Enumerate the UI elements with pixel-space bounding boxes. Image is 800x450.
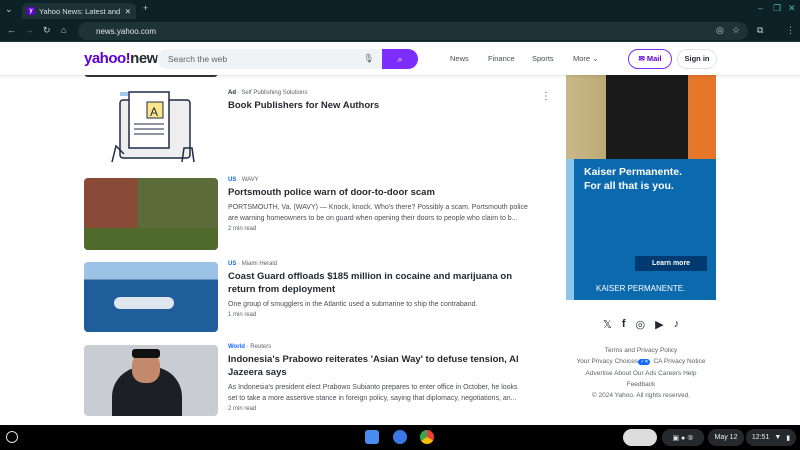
chrome-app-icon[interactable] [420, 430, 434, 444]
nav-finance[interactable]: Finance [488, 54, 515, 63]
minimize-icon[interactable]: – [758, 3, 763, 13]
yahoo-favicon: y [27, 7, 35, 15]
system-tray[interactable]: 12:51 ▼ ▮ [746, 429, 796, 446]
eye-off-icon[interactable]: ◎ [716, 25, 724, 36]
privacy-toggle-icon: ✓✕ [638, 359, 651, 365]
restore-icon[interactable]: ❐ [773, 3, 781, 14]
tray-avatar-icons[interactable] [623, 429, 657, 446]
mail-button[interactable]: ✉ Mail [628, 49, 672, 69]
address-bar[interactable]: news.yahoo.com [78, 22, 748, 40]
feedback-link[interactable]: Feedback [566, 379, 716, 390]
reload-icon[interactable]: ↻ [43, 25, 51, 36]
bookmark-star-icon[interactable]: ☆ [732, 25, 740, 36]
article-title[interactable]: Book Publishers for New Authors [228, 99, 528, 112]
x-twitter-icon[interactable]: 𝕏 [603, 318, 612, 331]
battery-icon: ▮ [786, 434, 791, 442]
svg-text:A: A [150, 105, 158, 119]
article-thumbnail[interactable] [84, 345, 218, 416]
back-icon[interactable]: ← [7, 25, 16, 35]
tab-search-icon[interactable]: ⌄ [5, 4, 13, 15]
nav-more[interactable]: More ⌄ [573, 54, 598, 63]
home-icon[interactable]: ⌂ [61, 25, 66, 35]
tiktok-icon[interactable]: ♪ [674, 318, 680, 331]
more-options-icon[interactable]: ⋮ [541, 91, 551, 102]
extensions-icon[interactable]: ⧉ [757, 25, 763, 36]
files-app-icon[interactable] [365, 430, 379, 444]
yahoo-news-logo[interactable]: yahoo!news [84, 50, 166, 67]
kaiser-logo: KAISER PERMANENTE. [596, 284, 686, 293]
article-thumbnail[interactable] [84, 178, 218, 250]
docs-app-icon[interactable] [393, 430, 407, 444]
search-button[interactable]: ⌕ [382, 49, 418, 69]
envelope-icon: ✉ [638, 54, 645, 63]
terms-link[interactable]: Terms and Privacy Policy [566, 345, 716, 356]
article-ad[interactable]: Ad · Self Publishing Solutions Book Publ… [228, 90, 528, 112]
status-icons[interactable]: ▣ ● ⑤ [662, 429, 704, 446]
date-display[interactable]: May 12 [708, 429, 744, 446]
ca-privacy-link[interactable]: CA Privacy Notice [653, 358, 705, 365]
wifi-icon: ▼ [774, 434, 782, 441]
article-item[interactable]: US · WAVY Portsmouth police warn of door… [228, 177, 528, 232]
article-thumbnail[interactable] [84, 262, 218, 332]
search-icon: ⌕ [397, 54, 403, 64]
chevron-down-icon: ⌄ [592, 54, 599, 63]
facebook-icon[interactable]: f [622, 318, 626, 331]
learn-more-button[interactable]: Learn more [635, 256, 707, 271]
new-tab-icon[interactable]: + [143, 3, 148, 13]
close-window-icon[interactable]: ✕ [788, 3, 796, 14]
forward-icon[interactable]: → [25, 25, 34, 35]
ad-illustration[interactable]: A [84, 88, 218, 164]
microphone-icon[interactable]: 🎙 [363, 53, 374, 64]
search-input[interactable]: Search the web 🎙 [157, 49, 382, 69]
youtube-icon[interactable]: ▶ [655, 318, 663, 331]
kaiser-ad[interactable]: Kaiser Permanente. For all that is you. L… [566, 75, 716, 300]
nav-sports[interactable]: Sports [532, 54, 554, 63]
instagram-icon[interactable]: ◎ [635, 318, 645, 331]
sign-in-button[interactable]: Sign in [677, 49, 717, 69]
article-item[interactable]: US · Miami Herald Coast Guard offloads $… [228, 261, 528, 318]
nav-news[interactable]: News [450, 54, 469, 63]
privacy-choices-link[interactable]: Your Privacy Choices [577, 358, 639, 365]
copyright: © 2024 Yahoo. All rights reserved. [591, 392, 691, 399]
article-item[interactable]: World · Reuters Indonesia's Prabowo reit… [228, 344, 528, 412]
close-tab-icon[interactable]: ✕ [125, 7, 131, 16]
launcher-icon[interactable] [6, 431, 18, 443]
menu-icon[interactable]: ⋮ [786, 25, 795, 36]
browser-tab[interactable]: yYahoo News: Latest and Breaki✕ [22, 3, 136, 19]
